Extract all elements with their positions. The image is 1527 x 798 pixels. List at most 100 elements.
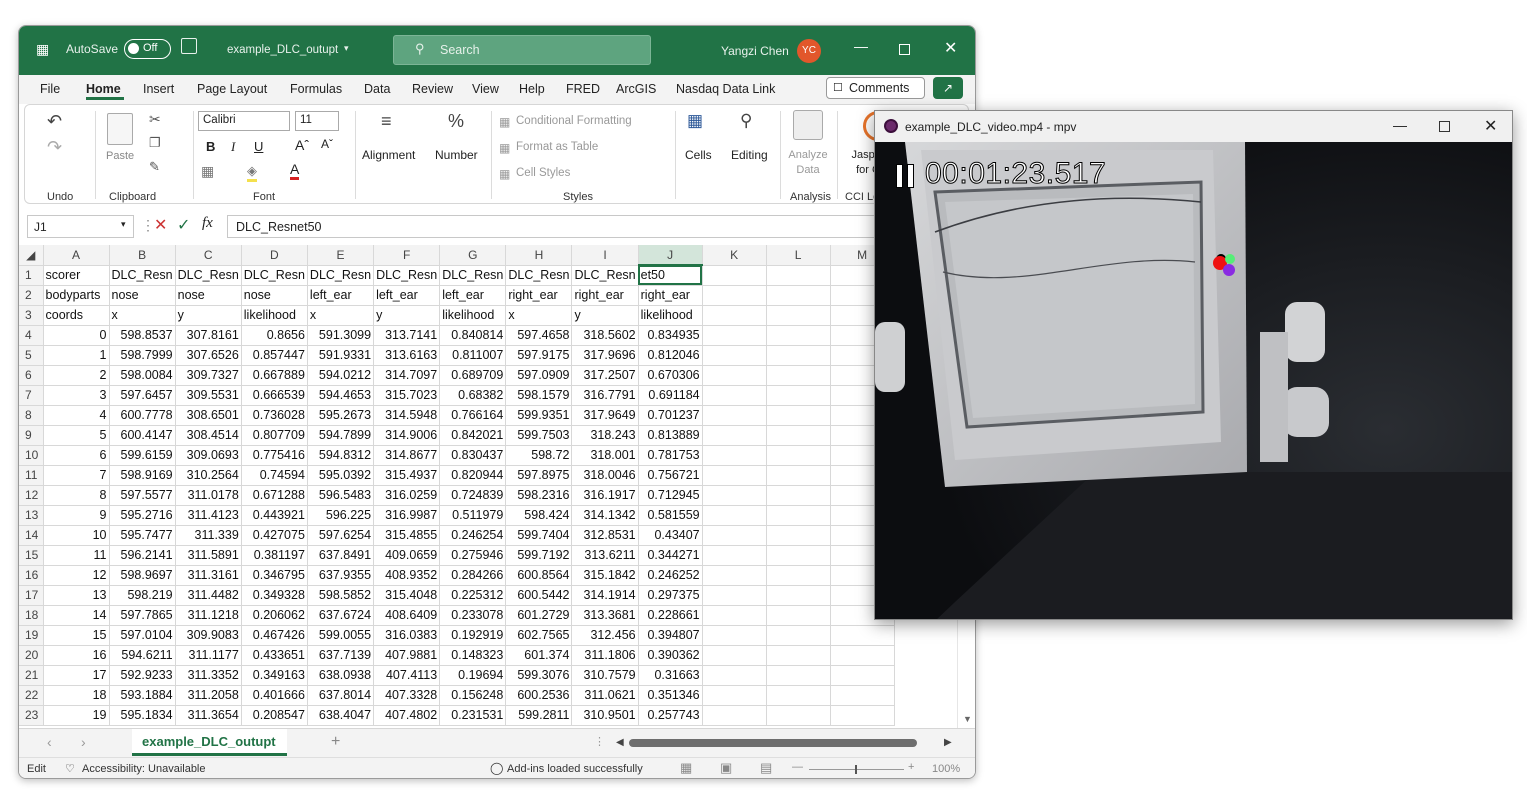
cell[interactable] [766, 425, 831, 446]
cell[interactable]: 0.206062 [241, 605, 308, 626]
cell[interactable]: 318.0046 [571, 465, 639, 486]
cell[interactable]: 0.349163 [241, 665, 308, 686]
cell[interactable] [766, 685, 831, 706]
cell[interactable]: 599.2811 [505, 705, 573, 726]
cell[interactable]: 0.736028 [241, 405, 308, 426]
cell[interactable] [702, 505, 767, 526]
cell[interactable]: 14 [43, 605, 110, 626]
cell[interactable]: 597.4658 [505, 325, 573, 346]
row-header[interactable]: 8 [19, 405, 44, 426]
cell[interactable]: 597.6254 [307, 525, 375, 546]
cell[interactable]: 3 [43, 385, 110, 406]
cell[interactable]: 311.0621 [571, 685, 639, 706]
cell[interactable]: 312.8531 [571, 525, 639, 546]
cell[interactable]: 599.7503 [505, 425, 573, 446]
cell[interactable]: et50 [638, 265, 703, 286]
cell[interactable]: 19 [43, 705, 110, 726]
cell[interactable]: 0.467426 [241, 625, 308, 646]
column-header[interactable]: I [571, 245, 639, 266]
cell[interactable]: 0.257743 [638, 705, 703, 726]
italic-icon[interactable]: I [231, 139, 235, 155]
cell[interactable]: 595.7477 [109, 525, 176, 546]
decrease-font-icon[interactable]: Aˇ [321, 137, 333, 151]
column-header[interactable]: K [702, 245, 767, 266]
cell[interactable]: 599.0055 [307, 625, 375, 646]
cell[interactable]: 0.192919 [439, 625, 507, 646]
cell[interactable] [702, 445, 767, 466]
cancel-icon[interactable]: ✕ [154, 215, 167, 235]
cell[interactable]: 637.8014 [307, 685, 375, 706]
chevron-down-icon[interactable]: ▾ [344, 43, 349, 54]
cell[interactable]: 0.857447 [241, 345, 308, 366]
cell[interactable]: 595.2716 [109, 505, 176, 526]
row-header[interactable]: 7 [19, 385, 44, 406]
cell[interactable]: left_ear [439, 285, 507, 306]
save-icon[interactable] [181, 38, 197, 54]
cell[interactable]: y [175, 305, 242, 326]
cell[interactable] [702, 305, 767, 326]
cell[interactable]: 593.1884 [109, 685, 176, 706]
cell[interactable]: 638.4047 [307, 705, 375, 726]
cell[interactable]: 0.225312 [439, 585, 507, 606]
row-header[interactable]: 11 [19, 465, 44, 486]
cell[interactable]: 7 [43, 465, 110, 486]
cell[interactable]: 599.6159 [109, 445, 176, 466]
cell[interactable]: 0.156248 [439, 685, 507, 706]
cell[interactable]: 637.7139 [307, 645, 375, 666]
name-box[interactable]: J1 [27, 215, 134, 238]
row-header[interactable]: 15 [19, 545, 44, 566]
cell[interactable]: 0.811007 [439, 345, 507, 366]
bold-icon[interactable]: B [206, 139, 215, 154]
cell[interactable]: 315.4855 [373, 525, 441, 546]
scroll-left-icon[interactable]: ◀ [616, 737, 624, 748]
cell[interactable]: 0.834935 [638, 325, 703, 346]
cell[interactable]: 316.1917 [571, 485, 639, 506]
cell[interactable] [702, 525, 767, 546]
cell[interactable]: 0.671288 [241, 485, 308, 506]
zoom-level[interactable]: 100% [932, 763, 960, 775]
cell[interactable]: 314.5948 [373, 405, 441, 426]
maximize-icon[interactable] [899, 44, 910, 55]
cell[interactable]: 0.670306 [638, 365, 703, 386]
cell[interactable] [766, 505, 831, 526]
cell[interactable]: 0.820944 [439, 465, 507, 486]
row-header[interactable]: 14 [19, 525, 44, 546]
cell[interactable]: 597.0909 [505, 365, 573, 386]
row-header[interactable]: 6 [19, 365, 44, 386]
analyze-data-button[interactable]: Analyze Data [785, 148, 831, 178]
cell[interactable] [702, 265, 767, 286]
cell[interactable]: 0.231531 [439, 705, 507, 726]
cell[interactable]: 0.511979 [439, 505, 507, 526]
cell[interactable]: 594.6211 [109, 645, 176, 666]
cell[interactable] [702, 645, 767, 666]
cell[interactable]: DLC_Resn [439, 265, 507, 286]
cell[interactable] [766, 305, 831, 326]
search-box[interactable]: ⚲ Search [393, 35, 651, 65]
cell[interactable] [766, 525, 831, 546]
cell[interactable] [830, 665, 895, 686]
cell[interactable]: 311.3161 [175, 565, 242, 586]
cell[interactable]: 307.6526 [175, 345, 242, 366]
cell[interactable]: 0.297375 [638, 585, 703, 606]
cell[interactable]: right_ear [638, 285, 703, 306]
cell[interactable]: 0.427075 [241, 525, 308, 546]
cell[interactable]: 314.1914 [571, 585, 639, 606]
cell[interactable]: 314.1342 [571, 505, 639, 526]
chevron-down-icon[interactable]: ▾ [121, 219, 126, 230]
cell[interactable]: 595.2673 [307, 405, 375, 426]
cell[interactable]: 309.9083 [175, 625, 242, 646]
row-header[interactable]: 12 [19, 485, 44, 506]
cell[interactable]: coords [43, 305, 110, 326]
cell[interactable]: 2 [43, 365, 110, 386]
horizontal-scrollbar-thumb[interactable] [629, 739, 917, 747]
cell[interactable]: 0.724839 [439, 485, 507, 506]
cell[interactable]: 597.7865 [109, 605, 176, 626]
alignment-label[interactable]: Alignment [362, 148, 415, 162]
cell[interactable]: 310.9501 [571, 705, 639, 726]
cell[interactable]: 601.2729 [505, 605, 573, 626]
cell[interactable] [766, 345, 831, 366]
cell[interactable]: 600.8564 [505, 565, 573, 586]
percent-icon[interactable]: % [448, 111, 464, 132]
enter-icon[interactable]: ✓ [177, 215, 190, 235]
cell[interactable] [702, 285, 767, 306]
